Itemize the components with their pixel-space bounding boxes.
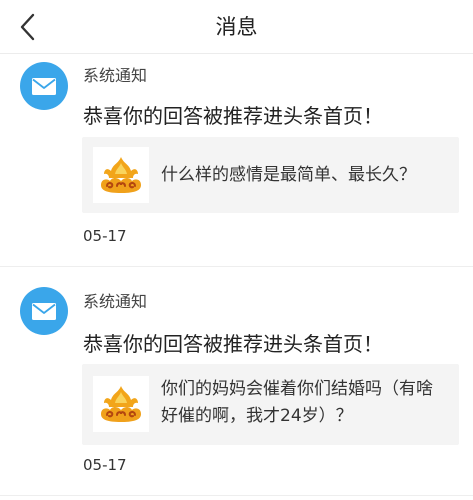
article-title: 你们的妈妈会催着你们结婚吗（有啥好催的啊，我才24岁）？ bbox=[161, 379, 433, 426]
sender-name: 系统通知 bbox=[83, 292, 148, 311]
back-button[interactable] bbox=[10, 9, 46, 45]
avatar bbox=[20, 62, 68, 110]
message-date: 05-17 bbox=[83, 456, 127, 474]
article-thumbnail bbox=[93, 147, 149, 203]
cloud-emblem-icon bbox=[101, 386, 141, 422]
article-thumbnail bbox=[93, 376, 149, 432]
navigation-bar: 消息 bbox=[0, 0, 473, 54]
message-item[interactable]: 系统通知 恭喜你的回答被推荐进头条首页！ 什么样的感情是最简单、最长久？ 05-… bbox=[0, 55, 473, 267]
page-title: 消息 bbox=[215, 15, 258, 39]
article-card[interactable]: 你们的妈妈会催着你们结婚吗（有啥好催的啊，我才24岁）？ bbox=[82, 364, 459, 445]
message-item[interactable]: 系统通知 恭喜你的回答被推荐进头条首页！ 你们的妈妈会催着你们结婚吗（有啥好催的… bbox=[0, 267, 473, 496]
article-title: 什么样的感情是最简单、最长久？ bbox=[161, 165, 416, 185]
message-headline: 恭喜你的回答被推荐进头条首页！ bbox=[83, 104, 383, 128]
mail-envelope-icon bbox=[32, 77, 56, 95]
article-card[interactable]: 什么样的感情是最简单、最长久？ bbox=[82, 137, 459, 213]
message-headline: 恭喜你的回答被推荐进头条首页！ bbox=[83, 332, 383, 356]
divider bbox=[0, 495, 473, 496]
messages-screen: 消息 系统通知 恭喜你的回答被推荐进头条首页！ 什么样的感情是最简单、最长久？ … bbox=[0, 0, 473, 500]
message-list[interactable]: 系统通知 恭喜你的回答被推荐进头条首页！ 什么样的感情是最简单、最长久？ 05-… bbox=[0, 55, 473, 496]
cloud-emblem-icon bbox=[101, 157, 141, 193]
chevron-left-icon bbox=[20, 13, 35, 41]
mail-envelope-icon bbox=[32, 302, 56, 320]
avatar bbox=[20, 287, 68, 335]
sender-name: 系统通知 bbox=[83, 66, 148, 85]
message-date: 05-17 bbox=[83, 227, 127, 245]
